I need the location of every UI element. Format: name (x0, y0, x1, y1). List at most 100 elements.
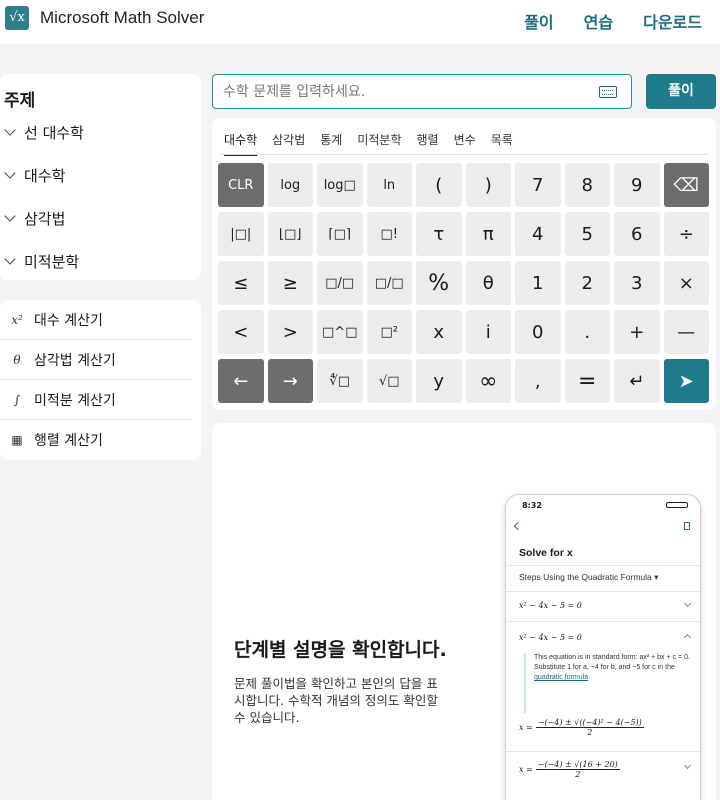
phone-mockup: 8:32 Solve for x Steps Using the Quadrat… (505, 494, 701, 800)
calculator-matrix[interactable]: ▦ 행렬 계산기 (0, 420, 192, 460)
key-divide[interactable]: ÷ (663, 212, 709, 256)
key-minus[interactable]: — (663, 310, 709, 354)
math-solver-logo-icon[interactable]: √x (5, 6, 29, 30)
key-greater-equal[interactable]: ≥ (267, 261, 313, 305)
phone-formula-1: x = −(−4) ± √((−4)² − 4(−5)) 2 (519, 718, 644, 737)
key-right-arrow[interactable]: → (267, 359, 313, 403)
key-y[interactable]: y (416, 359, 462, 403)
key-power[interactable]: □^□ (317, 310, 363, 354)
key-plus[interactable]: + (614, 310, 660, 354)
explanation-text: This equation is in standard form: ax² +… (534, 654, 690, 671)
formula-lhs: x = (519, 723, 533, 732)
chevron-up-icon (683, 633, 692, 642)
key-left-arrow[interactable]: ← (218, 359, 264, 403)
key-pi[interactable]: π (465, 212, 511, 256)
key-7[interactable]: 7 (515, 163, 561, 207)
divider (506, 565, 700, 566)
tab-variables[interactable]: 변수 (454, 131, 476, 156)
formula-lhs: x = (519, 765, 533, 774)
tab-lists[interactable]: 목록 (491, 131, 513, 156)
topic-label: 미적분학 (24, 253, 80, 271)
calculator-trigonometry[interactable]: θ 삼각법 계산기 (0, 340, 192, 380)
key-0[interactable]: 0 (515, 310, 561, 354)
key-i[interactable]: i (465, 310, 511, 354)
key-5[interactable]: 5 (564, 212, 610, 256)
key-6[interactable]: 6 (614, 212, 660, 256)
key-1[interactable]: 1 (515, 261, 561, 305)
phone-method-select: Steps Using the Quadratic Formula ▾ (519, 572, 659, 582)
key-ln[interactable]: ln (366, 163, 412, 207)
key-log-base[interactable]: log□ (317, 163, 363, 207)
key-tau[interactable]: τ (416, 212, 462, 256)
tab-matrix[interactable]: 행렬 (417, 131, 439, 156)
formula-fraction: −(−4) ± √((−4)² − 4(−5)) 2 (535, 718, 644, 737)
tab-calculus[interactable]: 미적분학 (357, 131, 401, 156)
chevron-down-icon (683, 761, 692, 770)
share-icon (684, 522, 690, 530)
key-factorial[interactable]: □! (366, 212, 412, 256)
top-nav: 풀이 연습 다운로드 (524, 9, 702, 33)
key-2[interactable]: 2 (564, 261, 610, 305)
promo-description: 문제 풀이법을 확인하고 본인의 답을 표시합니다. 수학적 개념의 정의도 확… (234, 676, 438, 725)
key-infinity[interactable]: ∞ (465, 359, 511, 403)
key-backspace[interactable]: ⌫ (663, 163, 709, 207)
keypad-tabs: 대수학 삼각법 통계 미적분학 행렬 변수 목록 (224, 131, 513, 156)
calculator-algebra[interactable]: x² 대수 계산기 (0, 300, 192, 340)
chevron-down-icon (4, 124, 16, 136)
integral-icon: ∫ (13, 392, 21, 407)
key-theta[interactable]: θ (465, 261, 511, 305)
key-floor[interactable]: ⌊□⌋ (267, 212, 313, 256)
key-sqrt[interactable]: √□ (366, 359, 412, 403)
key-square[interactable]: □² (366, 310, 412, 354)
topic-trigonometry[interactable]: 삼각법 (4, 208, 65, 229)
topic-calculus[interactable]: 미적분학 (4, 251, 79, 272)
key-enter[interactable]: ↵ (614, 359, 660, 403)
tab-statistics[interactable]: 통계 (320, 131, 342, 156)
key-log[interactable]: log (267, 163, 313, 207)
keyboard-icon[interactable] (599, 86, 617, 98)
back-arrow-icon (513, 521, 523, 531)
math-problem-input[interactable] (223, 81, 583, 103)
key-equals[interactable]: = (564, 359, 610, 403)
topic-algebra[interactable]: 대수학 (4, 165, 65, 186)
explanation-link: quadratic formula (534, 674, 589, 681)
nav-solve[interactable]: 풀이 (524, 9, 553, 33)
key-clear[interactable]: CLR (218, 163, 264, 207)
key-8[interactable]: 8 (564, 163, 610, 207)
solve-button[interactable]: 풀이 (646, 74, 716, 109)
key-less[interactable]: < (218, 310, 264, 354)
key-percent[interactable]: % (416, 261, 462, 305)
key-fraction[interactable]: □/□ (366, 261, 412, 305)
key-close-paren[interactable]: ) (465, 163, 511, 207)
divider (506, 591, 700, 592)
key-decimal[interactable]: . (564, 310, 610, 354)
method-label: Steps Using the Quadratic Formula (519, 572, 652, 582)
topic-linear-algebra[interactable]: 선 대수학 (4, 122, 84, 143)
nav-download[interactable]: 다운로드 (643, 9, 702, 33)
key-multiply[interactable]: × (663, 261, 709, 305)
brand-name[interactable]: Microsoft Math Solver (40, 8, 204, 28)
key-4[interactable]: 4 (515, 212, 561, 256)
key-greater[interactable]: > (267, 310, 313, 354)
topic-label: 선 대수학 (24, 124, 84, 142)
tab-algebra[interactable]: 대수학 (224, 131, 258, 156)
key-comma[interactable]: , (515, 359, 561, 403)
topics-title: 주제 (4, 91, 36, 111)
key-submit[interactable]: ➤ (663, 359, 709, 403)
calculator-label: 대수 계산기 (34, 312, 103, 329)
key-less-equal[interactable]: ≤ (218, 261, 264, 305)
key-absolute[interactable]: |□| (218, 212, 264, 256)
key-nth-root[interactable]: ∜□ (317, 359, 363, 403)
calculator-calculus[interactable]: ∫ 미적분 계산기 (0, 380, 192, 420)
key-9[interactable]: 9 (614, 163, 660, 207)
tab-trigonometry[interactable]: 삼각법 (272, 131, 305, 156)
key-ceiling[interactable]: ⌈□⌉ (317, 212, 363, 256)
key-3[interactable]: 3 (614, 261, 660, 305)
key-mixed-fraction[interactable]: □/□ (317, 261, 363, 305)
key-open-paren[interactable]: ( (416, 163, 462, 207)
key-x[interactable]: x (416, 310, 462, 354)
keypad-grid: CLR log log□ ln() 7 8 9 ⌫ |□| ⌊□⌋ ⌈□⌉ □! τ π 4 5 6 ÷ ≤ ≥ □/□… (218, 163, 709, 403)
phone-equation: x² − 4x − 5 = 0 (519, 601, 582, 610)
nav-practice[interactable]: 연습 (584, 9, 613, 33)
calculators-panel: x² 대수 계산기 θ 삼각법 계산기 ∫ 미적분 계산기 ▦ 행렬 계산기 (0, 300, 201, 460)
